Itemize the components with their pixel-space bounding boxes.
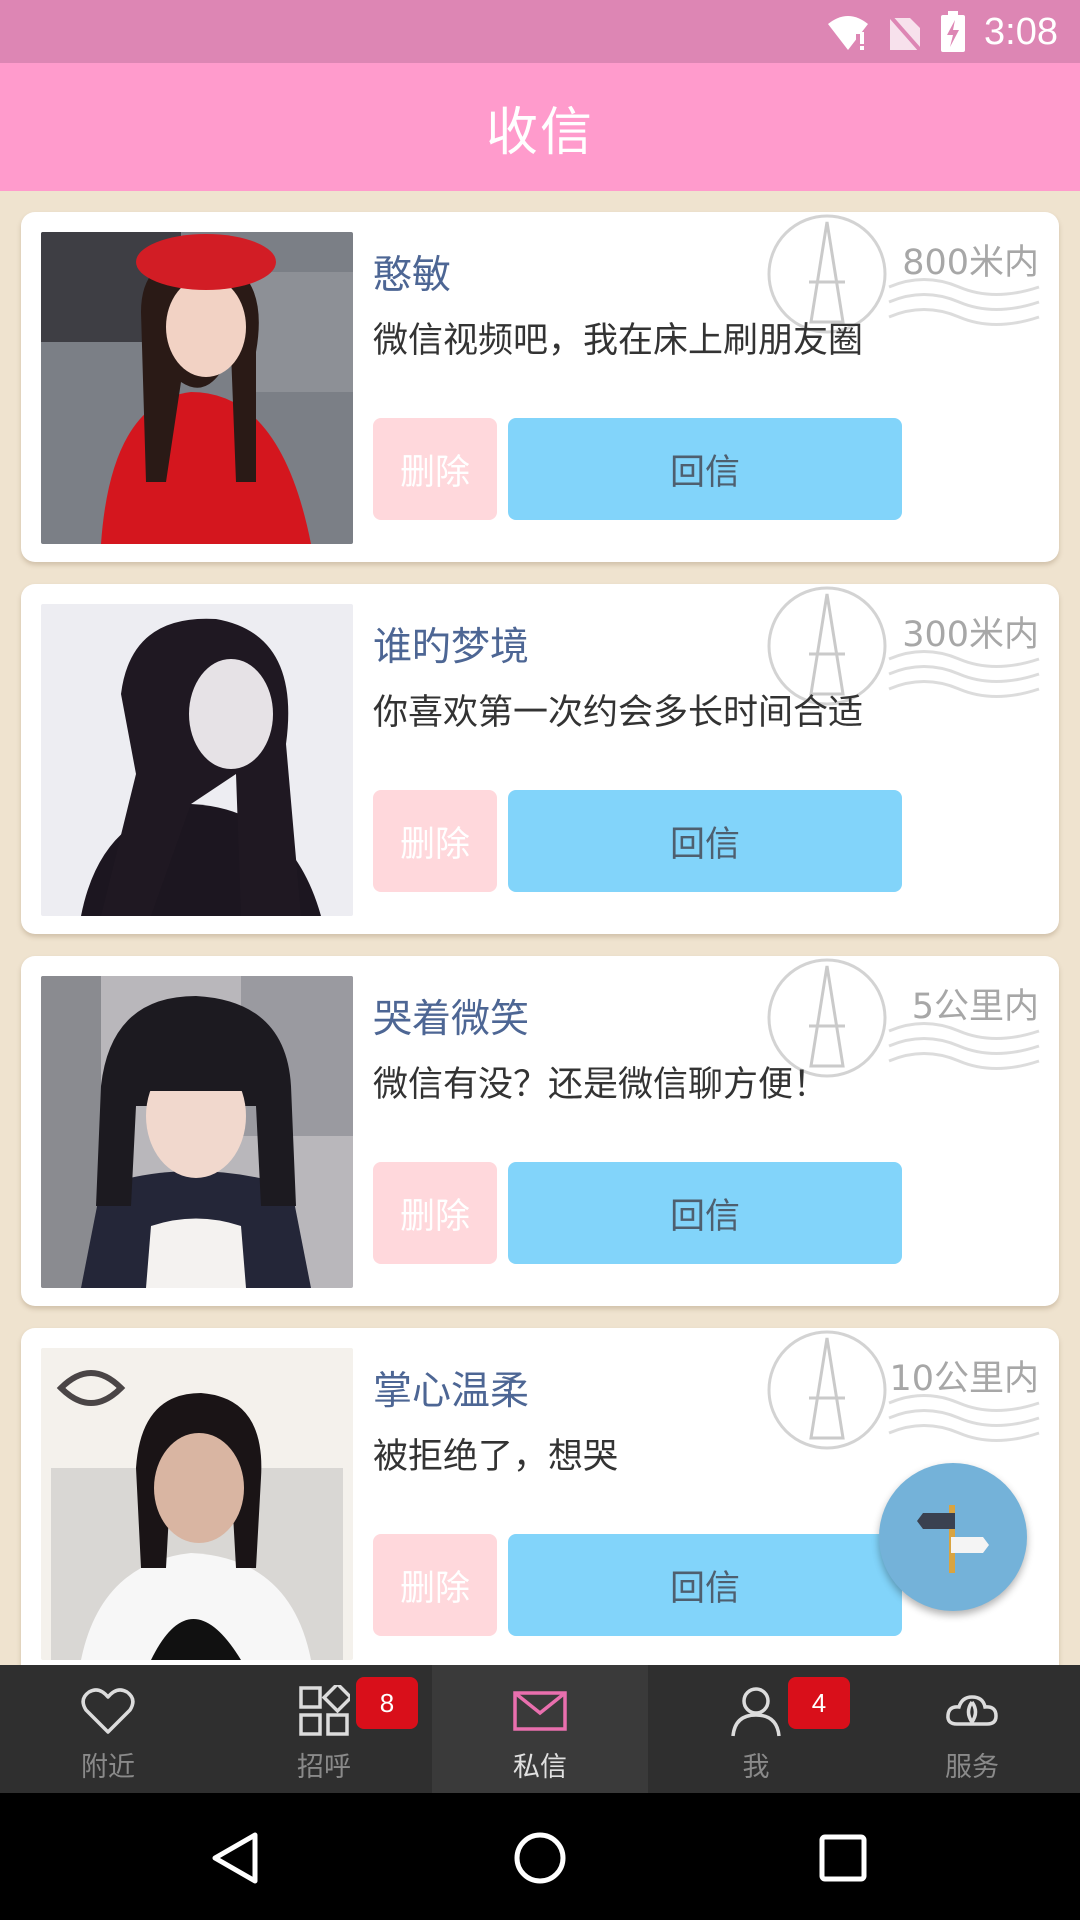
avatar[interactable]	[41, 604, 353, 916]
signpost-icon	[917, 1505, 989, 1573]
unread-badge: 4	[788, 1677, 850, 1729]
recents-button[interactable]	[808, 1823, 878, 1893]
nav-label: 服务	[945, 1752, 999, 1783]
sender-name: 憨敏	[373, 253, 452, 298]
status-bar: 3:08	[0, 0, 1080, 63]
delete-button[interactable]: 删除	[373, 1162, 497, 1264]
back-triangle-icon	[212, 1832, 258, 1884]
sender-name: 哭着微笑	[373, 997, 530, 1042]
delete-button[interactable]: 删除	[373, 790, 497, 892]
envelope-icon	[513, 1685, 567, 1737]
distance-label: 10公里内	[889, 1359, 1039, 1399]
battery-charging-icon	[940, 11, 966, 53]
nav-label: 私信	[513, 1752, 567, 1783]
message-text: 微信视频吧，我在床上刷朋友圈	[373, 321, 864, 361]
nav-item-services[interactable]: 服务	[864, 1665, 1080, 1793]
recents-square-icon	[819, 1834, 867, 1882]
nav-item-messages[interactable]: 私信	[432, 1665, 648, 1793]
message-text: 你喜欢第一次约会多长时间合适	[373, 693, 864, 733]
unread-badge: 8	[356, 1677, 418, 1729]
heart-icon	[81, 1685, 135, 1737]
message-card[interactable]: 哭着微笑 微信有没？还是微信聊方便！ 5公里内 删除 回信	[21, 956, 1059, 1306]
home-button[interactable]	[505, 1823, 575, 1893]
reply-button[interactable]: 回信	[508, 790, 902, 892]
message-list[interactable]: 憨敏 微信视频吧，我在床上刷朋友圈 800米内 删除 回信 谁旳梦境 你喜欢第一…	[0, 191, 1080, 1665]
system-nav-bar	[0, 1793, 1080, 1920]
nav-item-nearby[interactable]: 附近	[0, 1665, 216, 1793]
grid-icon	[298, 1685, 350, 1737]
message-card[interactable]: 憨敏 微信视频吧，我在床上刷朋友圈 800米内 删除 回信	[21, 212, 1059, 562]
back-button[interactable]	[200, 1823, 270, 1893]
avatar[interactable]	[41, 232, 353, 544]
nav-label: 附近	[81, 1752, 135, 1783]
sender-name: 掌心温柔	[373, 1369, 530, 1414]
reply-button[interactable]: 回信	[508, 1162, 902, 1264]
signpost-fab-button[interactable]	[879, 1463, 1027, 1611]
status-time: 3:08	[984, 10, 1058, 53]
distance-label: 800米内	[902, 243, 1039, 283]
nav-label: 我	[742, 1752, 770, 1783]
message-text: 微信有没？还是微信聊方便！	[373, 1065, 829, 1105]
avatar[interactable]	[41, 976, 353, 1288]
wifi-icon	[826, 12, 870, 52]
person-icon	[730, 1685, 782, 1737]
nav-label: 招呼	[297, 1752, 351, 1783]
nav-item-greetings[interactable]: 招呼 8	[216, 1665, 432, 1793]
avatar[interactable]	[41, 1348, 353, 1660]
nav-item-me[interactable]: 我 4	[648, 1665, 864, 1793]
home-circle-icon	[514, 1832, 566, 1884]
bottom-nav: 附近 招呼 8 私信 我 4 服务	[0, 1665, 1080, 1793]
delete-button[interactable]: 删除	[373, 1534, 497, 1636]
reply-button[interactable]: 回信	[508, 418, 902, 520]
no-sim-icon	[888, 12, 922, 52]
message-card[interactable]: 谁旳梦境 你喜欢第一次约会多长时间合适 300米内 删除 回信	[21, 584, 1059, 934]
cloud-icon	[945, 1685, 999, 1737]
page-title: 收信	[485, 102, 594, 163]
reply-button[interactable]: 回信	[508, 1534, 902, 1636]
message-text: 被拒绝了，想哭	[373, 1437, 619, 1477]
distance-label: 300米内	[902, 615, 1039, 655]
sender-name: 谁旳梦境	[373, 625, 530, 670]
delete-button[interactable]: 删除	[373, 418, 497, 520]
app-bar: 收信	[0, 63, 1080, 191]
distance-label: 5公里内	[911, 987, 1039, 1027]
